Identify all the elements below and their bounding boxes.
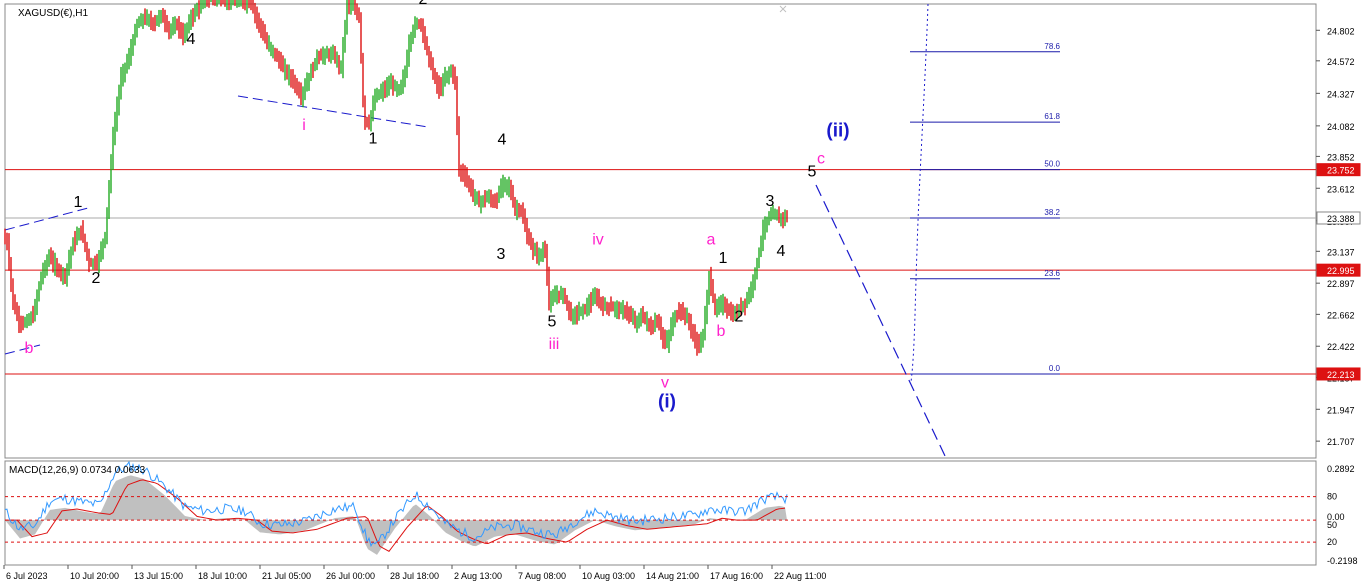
- price-tick-label: 22.897: [1327, 279, 1355, 289]
- macd-panel[interactable]: [4, 460, 1317, 566]
- wave-label: 5: [548, 314, 557, 331]
- wave-label: b: [25, 340, 34, 357]
- time-tick-label: 7 Aug 08:00: [518, 571, 566, 581]
- wave-label: 2: [735, 308, 744, 325]
- macd-tick-label: 80: [1327, 492, 1337, 502]
- price-tick-label: 24.802: [1327, 26, 1355, 36]
- price-tick-label: 21.707: [1327, 437, 1355, 447]
- wave-label: c: [817, 150, 825, 167]
- wave-label: a: [707, 231, 716, 248]
- fib-label-78.6: 78.6: [1044, 42, 1060, 51]
- price-tag-label: 22.213: [1327, 370, 1355, 380]
- time-tick-label: 18 Jul 10:00: [198, 571, 247, 581]
- price-tick-label: 23.852: [1327, 152, 1355, 162]
- macd-tick-label: 20: [1327, 537, 1337, 547]
- price-tag-label: 22.995: [1327, 266, 1355, 276]
- fib-label-38.2: 38.2: [1044, 208, 1060, 217]
- price-tick-label: 22.422: [1327, 342, 1355, 352]
- fib-label-61.8: 61.8: [1044, 112, 1060, 121]
- wave-label: (i): [658, 392, 676, 413]
- wave-label: iv: [592, 231, 604, 248]
- price-tick-label: 24.327: [1327, 89, 1355, 99]
- price-tick-label: 24.082: [1327, 122, 1355, 132]
- wave-label: (ii): [826, 121, 849, 142]
- price-tick-label: 24.572: [1327, 57, 1355, 67]
- time-tick-label: 17 Aug 16:00: [710, 571, 763, 581]
- wave-label: i: [302, 117, 306, 134]
- wave-label: v: [661, 375, 669, 392]
- macd-axis[interactable]: 0.289280500.0020-0.2198: [1327, 464, 1358, 566]
- wave-label: 4: [187, 31, 196, 48]
- wave-label: 3: [497, 246, 506, 263]
- time-tick-label: 2 Aug 13:00: [454, 571, 502, 581]
- time-tick-label: 26 Jul 00:00: [326, 571, 375, 581]
- time-tick-label: 10 Aug 03:00: [582, 571, 635, 581]
- time-tick-label: 6 Jul 2023: [6, 571, 48, 581]
- chart-title: XAGUSD(€),H1: [18, 8, 88, 19]
- chart-window[interactable]: 78.661.850.038.223.60.0 12b42i143iv5iiiv…: [0, 0, 1366, 588]
- wave-label: 1: [719, 250, 728, 267]
- price-tick-label: 23.137: [1327, 247, 1355, 257]
- wave-label: 1: [369, 130, 378, 147]
- wave-label: 4: [498, 132, 507, 149]
- wave-label: 3: [766, 193, 775, 210]
- fib-label-50.0: 50.0: [1044, 160, 1060, 169]
- macd-tick-label: -0.2198: [1327, 556, 1358, 566]
- time-tick-label: 28 Jul 18:00: [390, 571, 439, 581]
- time-tick-label: 14 Aug 21:00: [646, 571, 699, 581]
- wave-label: 2: [92, 270, 101, 287]
- price-tick-label: 21.947: [1327, 405, 1355, 415]
- wave-label: iii: [549, 336, 560, 353]
- wave-label: 1: [74, 194, 83, 211]
- macd-tick-label: 0.2892: [1327, 464, 1355, 474]
- price-axis[interactable]: 24.802 24.572 24.327 24.082 23.852 23.612 23.3…: [1316, 26, 1361, 447]
- wave-label: 2: [419, 0, 428, 8]
- time-tick-label: 13 Jul 15:00: [134, 571, 183, 581]
- macd-tick-label: 0.00: [1327, 512, 1345, 522]
- wave-label: 5: [808, 164, 817, 181]
- macd-title: MACD(12,26,9) 0.0734 0.0633: [9, 465, 146, 476]
- time-tick-label: 10 Jul 20:00: [70, 571, 119, 581]
- wave-label: 4: [777, 243, 786, 260]
- price-tick-label: 23.612: [1327, 184, 1355, 194]
- price-tick-label: 22.662: [1327, 310, 1355, 320]
- fib-label-23.6: 23.6: [1044, 269, 1060, 278]
- price-tag-label: 23.388: [1327, 214, 1355, 224]
- wave-label: b: [717, 323, 726, 340]
- time-axis[interactable]: 6 Jul 2023 10 Jul 20:00 13 Jul 15:00 18 Jul…: [3, 565, 826, 581]
- price-tag-label: 23.752: [1327, 166, 1355, 176]
- fib-label-0.0: 0.0: [1049, 364, 1061, 373]
- time-tick-label: 21 Jul 05:00: [262, 571, 311, 581]
- time-tick-label: 22 Aug 11:00: [774, 571, 826, 581]
